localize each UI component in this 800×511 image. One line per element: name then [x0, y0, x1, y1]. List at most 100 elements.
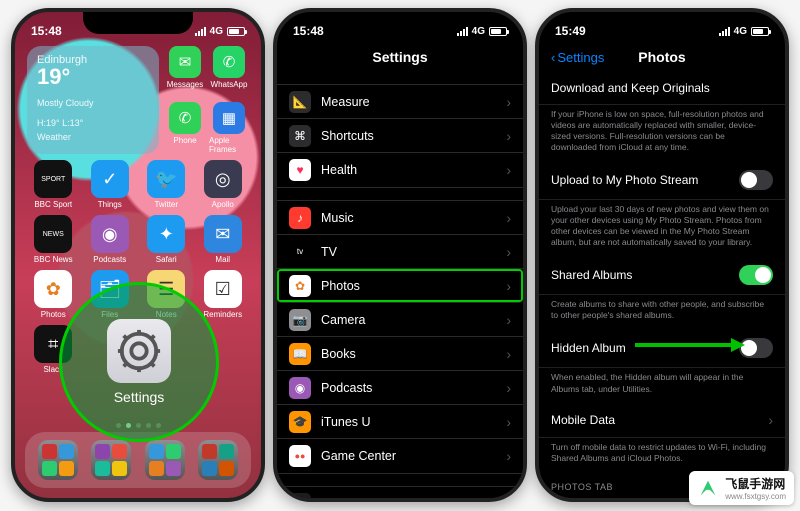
row-title: Hidden Album	[551, 341, 626, 355]
settings-row-podcasts[interactable]: ◉Podcasts›	[277, 371, 523, 405]
app-icon-photos[interactable]: ✿Photos	[27, 270, 80, 319]
row-description: When enabled, the Hidden album will appe…	[539, 368, 785, 402]
row-description: Create albums to share with other people…	[539, 295, 785, 329]
row-label: Game Center	[321, 449, 496, 463]
row-label: Health	[321, 163, 496, 177]
download-originals-row[interactable]: Download and Keep Originals	[539, 72, 785, 105]
app-icon-safari[interactable]: ✦Safari	[140, 215, 193, 264]
watermark-logo-icon	[697, 477, 719, 499]
settings-list[interactable]: 📐 Measure › ⌘ Shortcuts › ♥ Health › ♪Music› tv TV…	[277, 72, 523, 502]
settings-group: 📐Measure›⌘Shortcuts›♥Health›	[277, 84, 523, 188]
chevron-right-icon: ›	[506, 346, 511, 362]
battery-icon	[227, 27, 245, 36]
back-button[interactable]: ‹Settings	[551, 50, 604, 65]
settings-row-game-center[interactable]: ●●Game Center›	[277, 439, 523, 473]
row-title: Mobile Data	[551, 413, 615, 427]
app-icon-messages[interactable]: ✉Messages	[165, 46, 205, 98]
weather-label: Weather	[37, 132, 149, 142]
nav-bar: ‹Settings Photos	[539, 42, 785, 72]
weather-widget[interactable]: Edinburgh 19° Mostly Cloudy H:19° L:13° …	[27, 46, 159, 154]
app-icon-podcasts[interactable]: ◉Podcasts	[84, 215, 137, 264]
settings-row-measure[interactable]: 📐Measure›	[277, 85, 523, 119]
settings-row-photos[interactable]: ✿Photos›	[277, 269, 523, 303]
settings-group: 11.1.1.1›77M Workout›◯ActivityTracker›◬A…	[277, 486, 523, 502]
row-label: TV	[321, 245, 496, 259]
row-description: If your iPhone is low on space, full-res…	[539, 105, 785, 161]
gear-icon	[116, 328, 162, 374]
row-description: Upload your last 30 days of new photos a…	[539, 200, 785, 256]
page-title: Settings	[372, 49, 427, 65]
notch	[83, 12, 193, 34]
photo-stream-toggle[interactable]	[739, 170, 773, 190]
row-app-icon: ♪	[289, 207, 311, 229]
settings-row-health[interactable]: ♥Health›	[277, 153, 523, 187]
row-title: Download and Keep Originals	[551, 81, 710, 95]
weather-location: Edinburgh	[37, 54, 149, 66]
phone-home-screen: 15:48 4G Edinburgh 19° Mostly Cloudy H:1…	[11, 8, 265, 502]
app-icon-things[interactable]: ✓Things	[84, 160, 137, 209]
hidden-album-toggle[interactable]	[739, 338, 773, 358]
settings-row-music[interactable]: ♪Music›	[277, 201, 523, 235]
phone-photos-settings: 15:49 4G ‹Settings Photos Download and K…	[535, 8, 789, 502]
app-icon-apollo[interactable]: ◎Apollo	[197, 160, 250, 209]
chevron-right-icon: ›	[506, 128, 511, 144]
weather-range: H:19° L:13°	[37, 118, 149, 128]
row-description: Turn off mobile data to restrict updates…	[539, 438, 785, 472]
settings-group: ♪Music›tvTV›✿Photos›📷Camera›📖Books›◉Podc…	[277, 200, 523, 474]
settings-row-camera[interactable]: 📷Camera›	[277, 303, 523, 337]
settings-row-tv[interactable]: tvTV›	[277, 235, 523, 269]
page-title: Photos	[638, 49, 685, 65]
row-title: Upload to My Photo Stream	[551, 173, 698, 187]
row-label: Camera	[321, 313, 496, 327]
dock-app[interactable]	[38, 440, 78, 480]
shared-albums-toggle[interactable]	[739, 265, 773, 285]
settings-row-itunes-u[interactable]: 🎓iTunes U›	[277, 405, 523, 439]
row-app-icon: 📐	[289, 91, 311, 113]
app-icon-bbc-sport[interactable]: SPORTBBC Sport	[27, 160, 80, 209]
app-icon-reminders[interactable]: ☑Reminders	[197, 270, 250, 319]
status-time: 15:48	[293, 24, 324, 38]
chevron-right-icon: ›	[506, 312, 511, 328]
row-app-icon: ♥	[289, 159, 311, 181]
settings-icon[interactable]	[107, 319, 171, 383]
row-title: Shared Albums	[551, 268, 632, 282]
app-icon-phone[interactable]: ✆Phone	[165, 102, 205, 154]
app-icon-mail[interactable]: ✉Mail	[197, 215, 250, 264]
status-time: 15:48	[31, 24, 62, 38]
signal-icon	[719, 27, 730, 36]
settings-row-shortcuts[interactable]: ⌘ Shortcuts ›	[277, 119, 523, 153]
back-label: Settings	[557, 50, 604, 65]
weather-desc: Mostly Cloudy	[37, 98, 149, 108]
app-icon-whatsapp[interactable]: ✆WhatsApp	[209, 46, 249, 98]
row-app-icon: ●●	[289, 445, 311, 467]
watermark-url: www.fsxtgsy.com	[725, 492, 786, 501]
settings-app-highlight[interactable]: Settings	[59, 282, 219, 442]
status-time: 15:49	[555, 24, 586, 38]
notch	[607, 12, 717, 34]
settings-label: Settings	[114, 389, 165, 405]
settings-row-books[interactable]: 📖Books›	[277, 337, 523, 371]
app-icon-bbc-news[interactable]: NEWSBBC News	[27, 215, 80, 264]
highlight-arrow-icon	[635, 335, 745, 355]
dock-app[interactable]	[91, 440, 131, 480]
chevron-right-icon: ›	[768, 412, 773, 428]
row-label: Measure	[321, 95, 496, 109]
row-label: Photos	[321, 279, 496, 293]
notch	[345, 12, 455, 34]
app-icon-apple-frames[interactable]: ▦Apple Frames	[209, 102, 249, 154]
watermark-brand: 飞鼠手游网	[725, 477, 785, 491]
row-label: Shortcuts	[321, 129, 496, 143]
mobile-data-row[interactable]: Mobile Data ›	[539, 403, 785, 438]
row-label: Books	[321, 347, 496, 361]
chevron-right-icon: ›	[506, 210, 511, 226]
row-app-icon: ⌘	[289, 125, 311, 147]
settings-row-1.1.1.1[interactable]: 11.1.1.1›	[277, 487, 523, 502]
dock-app[interactable]	[145, 440, 185, 480]
status-carrier: 4G	[734, 26, 747, 37]
app-icon-twitter[interactable]: 🐦Twitter	[140, 160, 193, 209]
status-carrier: 4G	[472, 26, 485, 37]
row-app-icon: tv	[289, 241, 311, 263]
row-label: iTunes U	[321, 415, 496, 429]
nav-bar: Settings	[277, 42, 523, 72]
dock-app[interactable]	[198, 440, 238, 480]
